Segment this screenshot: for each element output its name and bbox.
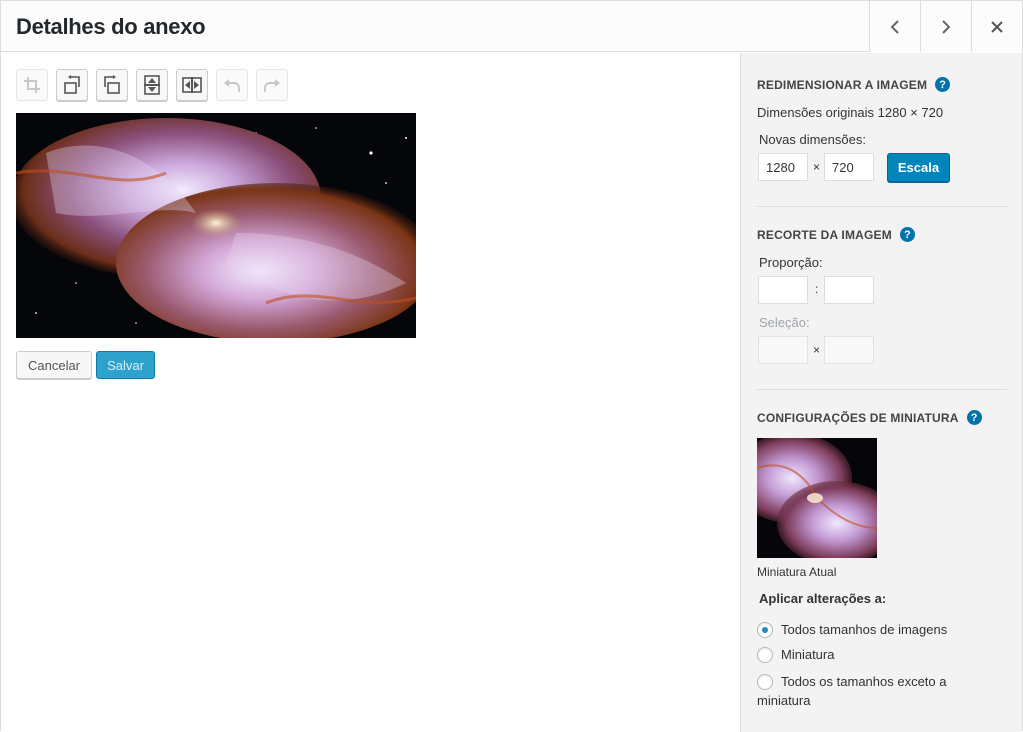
radio-button[interactable] xyxy=(757,622,773,638)
close-button[interactable] xyxy=(971,1,1022,52)
crop-button[interactable] xyxy=(16,69,48,101)
flip-horizontal-icon xyxy=(182,77,202,93)
original-dimensions: Dimensões originais 1280 × 720 xyxy=(757,105,944,120)
scale-width-input[interactable]: 1280 xyxy=(758,153,808,181)
thumbnail-section-title: Configurações de miniatura ? xyxy=(757,410,982,425)
aspect-ratio-width-input[interactable] xyxy=(758,276,808,304)
image-editor: Cancelar Salvar xyxy=(1,53,740,732)
aspect-ratio-height-input[interactable] xyxy=(824,276,874,304)
previous-button[interactable] xyxy=(869,1,920,52)
divider xyxy=(757,389,1007,390)
help-icon[interactable]: ? xyxy=(966,410,982,425)
flip-vertical-button[interactable] xyxy=(136,69,168,101)
flip-horizontal-button[interactable] xyxy=(176,69,208,101)
close-icon xyxy=(991,20,1003,33)
radio-button[interactable] xyxy=(757,647,773,663)
selection-label: Seleção: xyxy=(759,315,810,330)
chevron-right-icon xyxy=(942,19,951,34)
radio-all-except-thumbnail[interactable]: Todos os tamanhos exceto a miniatura xyxy=(757,672,997,710)
next-button[interactable] xyxy=(920,1,971,52)
selection-width-input[interactable] xyxy=(758,336,808,364)
flip-vertical-icon xyxy=(144,75,160,95)
undo-icon xyxy=(224,79,240,92)
redo-icon xyxy=(264,79,280,92)
divider xyxy=(757,206,1007,207)
crop-section-title: Recorte da imagem ? xyxy=(757,227,915,242)
page-title: Detalhes do anexo xyxy=(16,14,206,39)
redo-button[interactable] xyxy=(256,69,288,101)
scale-section-title: Redimensionar a imagem ? xyxy=(757,77,951,92)
ratio-separator: : xyxy=(815,282,819,296)
undo-button[interactable] xyxy=(216,69,248,101)
crop-icon xyxy=(24,77,40,93)
rotate-right-button[interactable] xyxy=(96,69,128,101)
image-preview[interactable] xyxy=(16,113,416,338)
radio-all-sizes[interactable]: Todos tamanhos de imagens xyxy=(757,622,947,638)
apply-changes-label: Aplicar alterações a: xyxy=(759,591,887,606)
current-thumbnail-label: Miniatura Atual xyxy=(757,565,837,579)
new-dimensions-label: Novas dimensões: xyxy=(759,132,866,147)
scale-height-input[interactable]: 720 xyxy=(824,153,874,181)
attachment-details-modal: Detalhes do anexo Cancelar Salvar REDIME… xyxy=(0,0,1023,732)
save-button[interactable]: Salvar xyxy=(96,351,155,379)
scale-button[interactable]: Escala xyxy=(887,153,950,182)
thumbnail-image xyxy=(757,438,877,558)
selection-separator: × xyxy=(813,343,821,357)
aspect-ratio-label: Proporção: xyxy=(759,255,823,270)
modal-header: Detalhes do anexo xyxy=(1,1,1022,52)
cancel-button[interactable]: Cancelar xyxy=(16,351,92,379)
times-separator: × xyxy=(813,160,821,174)
rotate-left-icon xyxy=(64,75,80,94)
help-icon[interactable]: ? xyxy=(935,77,951,92)
nebula-image xyxy=(16,113,416,338)
radio-thumbnail[interactable]: Miniatura xyxy=(757,647,834,663)
rotate-right-icon xyxy=(104,75,120,94)
current-thumbnail xyxy=(757,438,877,558)
chevron-left-icon xyxy=(890,19,899,34)
rotate-left-button[interactable] xyxy=(56,69,88,101)
image-settings-sidebar: Redimensionar a imagem ? Dimensões origi… xyxy=(740,53,1022,732)
help-icon[interactable]: ? xyxy=(899,227,915,242)
selection-height-input[interactable] xyxy=(824,336,874,364)
